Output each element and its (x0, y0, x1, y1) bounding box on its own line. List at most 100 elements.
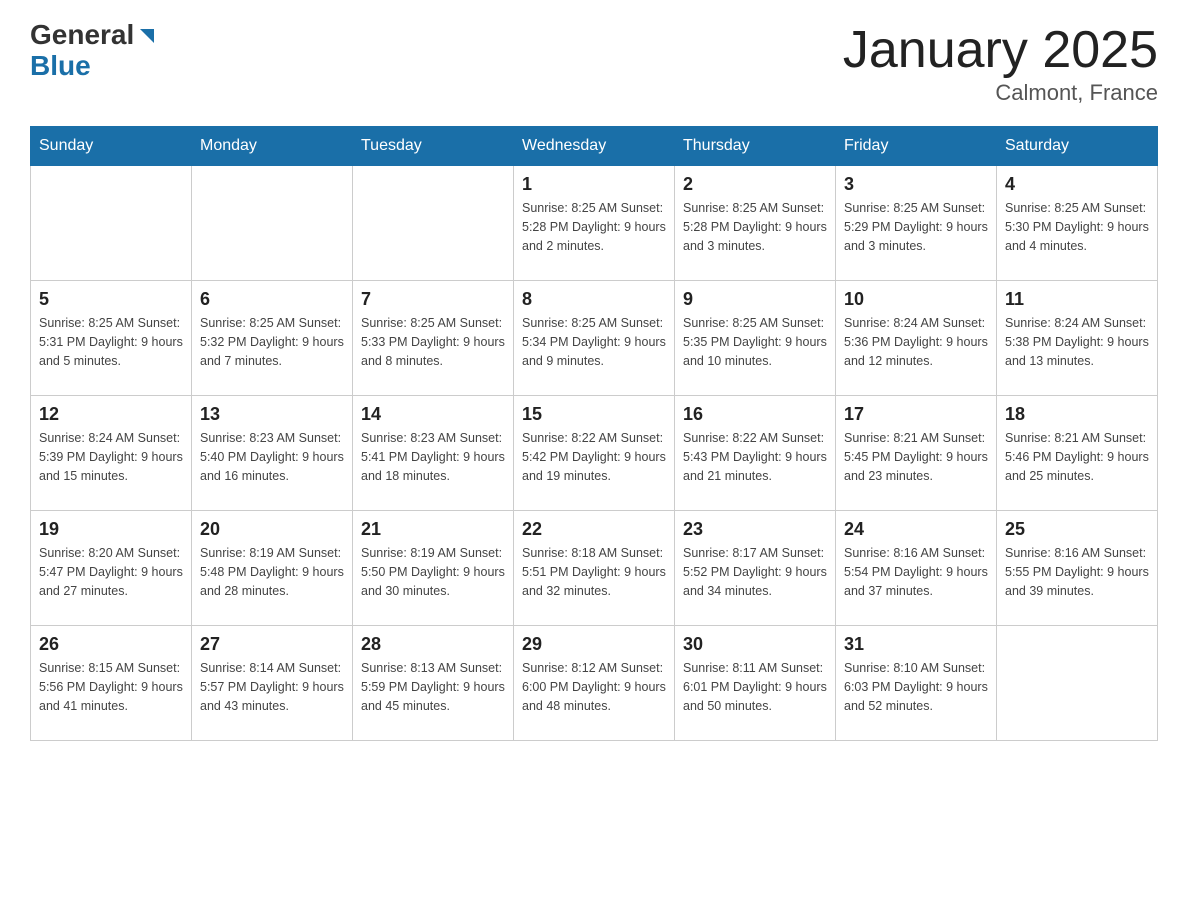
calendar-cell: 17Sunrise: 8:21 AM Sunset: 5:45 PM Dayli… (836, 396, 997, 511)
calendar-cell: 22Sunrise: 8:18 AM Sunset: 5:51 PM Dayli… (514, 511, 675, 626)
cell-sun-info: Sunrise: 8:25 AM Sunset: 5:35 PM Dayligh… (683, 314, 827, 370)
cell-day-number: 24 (844, 519, 988, 540)
calendar-cell (997, 626, 1158, 741)
cell-sun-info: Sunrise: 8:16 AM Sunset: 5:55 PM Dayligh… (1005, 544, 1149, 600)
calendar-cell: 18Sunrise: 8:21 AM Sunset: 5:46 PM Dayli… (997, 396, 1158, 511)
cell-sun-info: Sunrise: 8:21 AM Sunset: 5:45 PM Dayligh… (844, 429, 988, 485)
calendar-cell: 2 Sunrise: 8:25 AM Sunset: 5:28 PM Daylig… (675, 166, 836, 281)
cell-sun-info: Sunrise: 8:14 AM Sunset: 5:57 PM Dayligh… (200, 659, 344, 715)
cell-day-number: 6 (200, 289, 344, 310)
cell-day-number: 25 (1005, 519, 1149, 540)
cell-sun-info: Sunrise: 8:25 AM Sunset: 5:33 PM Dayligh… (361, 314, 505, 370)
cell-sun-info: Sunrise: 8:13 AM Sunset: 5:59 PM Dayligh… (361, 659, 505, 715)
page-header: General Blue January 2025 Calmont, Franc… (30, 20, 1158, 106)
header-row: SundayMondayTuesdayWednesdayThursdayFrid… (31, 127, 1158, 166)
cell-day-number: 29 (522, 634, 666, 655)
cell-sun-info: Sunrise: 8:22 AM Sunset: 5:42 PM Dayligh… (522, 429, 666, 485)
logo: General Blue (30, 20, 158, 82)
logo-blue-text: Blue (30, 50, 91, 81)
calendar-cell: 16 Sunrise: 8:22 AM Sunset: 5:43 PM Dayli… (675, 396, 836, 511)
cell-day-number: 15 (522, 404, 666, 425)
cell-day-number: 18 (1005, 404, 1149, 425)
cell-day-number: 23 (683, 519, 827, 540)
calendar-subtitle: Calmont, France (843, 80, 1158, 106)
cell-day-number: 16 (683, 404, 827, 425)
calendar-cell (31, 166, 192, 281)
calendar-cell: 19 Sunrise: 8:20 AM Sunset: 5:47 PM Dayli… (31, 511, 192, 626)
logo-triangle-icon (136, 25, 158, 47)
cell-sun-info: Sunrise: 8:16 AM Sunset: 5:54 PM Dayligh… (844, 544, 988, 600)
cell-day-number: 3 (844, 174, 988, 195)
cell-sun-info: Sunrise: 8:20 AM Sunset: 5:47 PM Dayligh… (39, 544, 183, 600)
cell-sun-info: Sunrise: 8:25 AM Sunset: 5:28 PM Dayligh… (683, 199, 827, 255)
cell-sun-info: Sunrise: 8:11 AM Sunset: 6:01 PM Dayligh… (683, 659, 827, 715)
calendar-cell: 7 Sunrise: 8:25 AM Sunset: 5:33 PM Daylig… (353, 281, 514, 396)
calendar-cell: 15 Sunrise: 8:22 AM Sunset: 5:42 PM Dayli… (514, 396, 675, 511)
cell-day-number: 14 (361, 404, 505, 425)
header-cell-friday: Friday (836, 127, 997, 166)
cell-sun-info: Sunrise: 8:19 AM Sunset: 5:48 PM Dayligh… (200, 544, 344, 600)
calendar-cell: 20 Sunrise: 8:19 AM Sunset: 5:48 PM Dayli… (192, 511, 353, 626)
calendar-cell: 27 Sunrise: 8:14 AM Sunset: 5:57 PM Dayli… (192, 626, 353, 741)
cell-day-number: 10 (844, 289, 988, 310)
calendar-cell: 10 Sunrise: 8:24 AM Sunset: 5:36 PM Dayli… (836, 281, 997, 396)
calendar-cell: 11 Sunrise: 8:24 AM Sunset: 5:38 PM Dayli… (997, 281, 1158, 396)
cell-day-number: 27 (200, 634, 344, 655)
cell-sun-info: Sunrise: 8:23 AM Sunset: 5:40 PM Dayligh… (200, 429, 344, 485)
cell-day-number: 26 (39, 634, 183, 655)
cell-sun-info: Sunrise: 8:25 AM Sunset: 5:32 PM Dayligh… (200, 314, 344, 370)
cell-sun-info: Sunrise: 8:25 AM Sunset: 5:34 PM Dayligh… (522, 314, 666, 370)
logo-general-text: General (30, 20, 134, 51)
calendar-header: SundayMondayTuesdayWednesdayThursdayFrid… (31, 127, 1158, 166)
header-cell-wednesday: Wednesday (514, 127, 675, 166)
cell-day-number: 11 (1005, 289, 1149, 310)
cell-sun-info: Sunrise: 8:25 AM Sunset: 5:30 PM Dayligh… (1005, 199, 1149, 255)
calendar-cell: 5Sunrise: 8:25 AM Sunset: 5:31 PM Daylig… (31, 281, 192, 396)
cell-sun-info: Sunrise: 8:25 AM Sunset: 5:29 PM Dayligh… (844, 199, 988, 255)
cell-day-number: 8 (522, 289, 666, 310)
calendar-cell: 28 Sunrise: 8:13 AM Sunset: 5:59 PM Dayli… (353, 626, 514, 741)
cell-day-number: 20 (200, 519, 344, 540)
calendar-cell: 30 Sunrise: 8:11 AM Sunset: 6:01 PM Dayli… (675, 626, 836, 741)
cell-day-number: 19 (39, 519, 183, 540)
header-cell-monday: Monday (192, 127, 353, 166)
cell-day-number: 9 (683, 289, 827, 310)
calendar-cell: 3 Sunrise: 8:25 AM Sunset: 5:29 PM Daylig… (836, 166, 997, 281)
cell-day-number: 7 (361, 289, 505, 310)
header-cell-saturday: Saturday (997, 127, 1158, 166)
calendar-cell: 31Sunrise: 8:10 AM Sunset: 6:03 PM Dayli… (836, 626, 997, 741)
calendar-cell: 21 Sunrise: 8:19 AM Sunset: 5:50 PM Dayli… (353, 511, 514, 626)
cell-day-number: 13 (200, 404, 344, 425)
cell-sun-info: Sunrise: 8:24 AM Sunset: 5:38 PM Dayligh… (1005, 314, 1149, 370)
calendar-cell: 13 Sunrise: 8:23 AM Sunset: 5:40 PM Dayli… (192, 396, 353, 511)
cell-day-number: 28 (361, 634, 505, 655)
cell-day-number: 21 (361, 519, 505, 540)
cell-sun-info: Sunrise: 8:22 AM Sunset: 5:43 PM Dayligh… (683, 429, 827, 485)
cell-day-number: 4 (1005, 174, 1149, 195)
cell-sun-info: Sunrise: 8:25 AM Sunset: 5:28 PM Dayligh… (522, 199, 666, 255)
cell-day-number: 12 (39, 404, 183, 425)
calendar-row: 12 Sunrise: 8:24 AM Sunset: 5:39 PM Dayli… (31, 396, 1158, 511)
cell-sun-info: Sunrise: 8:24 AM Sunset: 5:36 PM Dayligh… (844, 314, 988, 370)
calendar-cell: 26Sunrise: 8:15 AM Sunset: 5:56 PM Dayli… (31, 626, 192, 741)
cell-day-number: 22 (522, 519, 666, 540)
cell-day-number: 31 (844, 634, 988, 655)
calendar-cell: 8 Sunrise: 8:25 AM Sunset: 5:34 PM Daylig… (514, 281, 675, 396)
calendar-body: 1 Sunrise: 8:25 AM Sunset: 5:28 PM Daylig… (31, 166, 1158, 741)
header-cell-thursday: Thursday (675, 127, 836, 166)
calendar-cell: 14Sunrise: 8:23 AM Sunset: 5:41 PM Dayli… (353, 396, 514, 511)
calendar-table: SundayMondayTuesdayWednesdayThursdayFrid… (30, 126, 1158, 741)
calendar-row: 26Sunrise: 8:15 AM Sunset: 5:56 PM Dayli… (31, 626, 1158, 741)
cell-day-number: 1 (522, 174, 666, 195)
cell-sun-info: Sunrise: 8:19 AM Sunset: 5:50 PM Dayligh… (361, 544, 505, 600)
calendar-cell: 24 Sunrise: 8:16 AM Sunset: 5:54 PM Dayli… (836, 511, 997, 626)
calendar-row: 5Sunrise: 8:25 AM Sunset: 5:31 PM Daylig… (31, 281, 1158, 396)
header-cell-sunday: Sunday (31, 127, 192, 166)
cell-sun-info: Sunrise: 8:24 AM Sunset: 5:39 PM Dayligh… (39, 429, 183, 485)
calendar-cell: 29Sunrise: 8:12 AM Sunset: 6:00 PM Dayli… (514, 626, 675, 741)
cell-day-number: 5 (39, 289, 183, 310)
cell-day-number: 2 (683, 174, 827, 195)
calendar-cell (353, 166, 514, 281)
cell-day-number: 30 (683, 634, 827, 655)
calendar-cell: 6 Sunrise: 8:25 AM Sunset: 5:32 PM Daylig… (192, 281, 353, 396)
